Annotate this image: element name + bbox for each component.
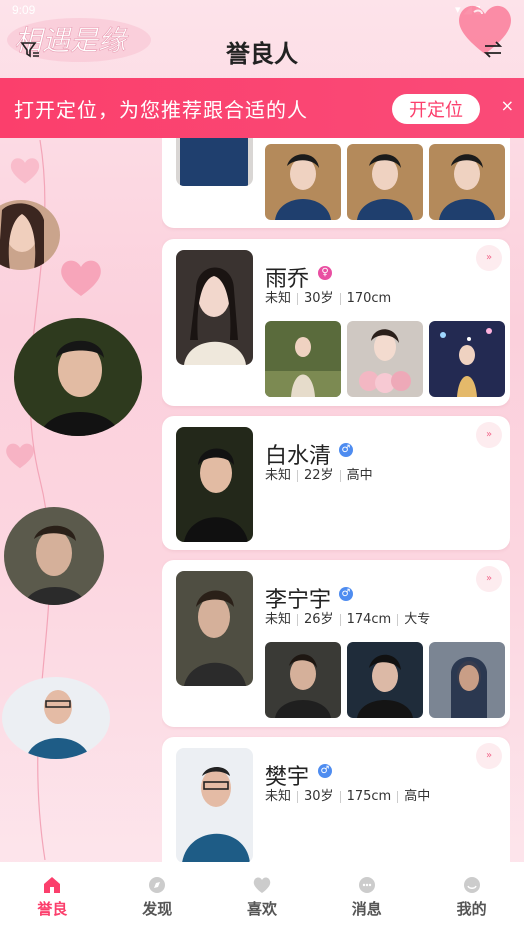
profile-avatar[interactable] <box>176 427 253 542</box>
nav-item-messages[interactable]: 消息 <box>314 862 419 931</box>
close-icon[interactable]: × <box>501 96 514 115</box>
profile-photo[interactable] <box>429 642 505 718</box>
heart-icon <box>253 877 271 893</box>
profile-card[interactable]: 樊宇 ♂ 未知 30岁 175cm 高中 » <box>162 737 510 862</box>
info-item: 高中 <box>339 469 379 482</box>
profile-photo[interactable] <box>347 642 423 718</box>
nav-label: 发现 <box>142 900 173 918</box>
nav-label: 消息 <box>351 900 382 918</box>
floating-avatar[interactable] <box>4 507 104 605</box>
profile-avatar[interactable] <box>176 748 253 862</box>
male-gender-icon: ♂ <box>339 443 353 457</box>
nav-item-likes[interactable]: 喜欢 <box>210 862 315 931</box>
floating-avatar[interactable] <box>2 677 110 759</box>
female-gender-icon: ♀ <box>318 266 332 280</box>
like-button[interactable]: » <box>476 422 502 448</box>
info-item: 26岁 <box>297 613 340 626</box>
profile-photo[interactable] <box>265 144 341 220</box>
profile-avatar[interactable] <box>176 571 253 686</box>
bottom-nav: 誉良 发现 喜欢 消息 我的 <box>0 862 524 931</box>
header: 相遇是缘 誉良人 <box>0 0 524 78</box>
profile-card[interactable]: 雨乔 ♀ 未知 30岁 170cm » <box>162 239 510 406</box>
profile-name: 樊宇 <box>265 765 310 790</box>
info-item: 22岁 <box>297 469 340 482</box>
info-item: 170cm <box>339 292 398 305</box>
info-item: 未知 <box>265 789 292 804</box>
info-item: 30岁 <box>297 292 340 305</box>
profile-card[interactable]: 白水清 ♂ 未知 22岁 高中 » <box>162 416 510 550</box>
profile-name: 雨乔 <box>265 267 310 292</box>
profile-info: 未知 22岁 高中 <box>265 468 379 483</box>
location-banner-text: 打开定位，为您推荐跟合适的人 <box>14 97 308 122</box>
nav-item-discover[interactable]: 发现 <box>105 862 210 931</box>
info-item: 大专 <box>397 613 436 626</box>
home-icon <box>44 877 61 893</box>
profile-card-list: 雨乔 ♀ 未知 30岁 170cm » 白水清 ♂ 未知 22岁 高中 » 李宁… <box>162 138 510 862</box>
info-item: 未知 <box>265 612 292 627</box>
profile-name: 白水清 <box>265 444 332 469</box>
info-item: 高中 <box>397 790 436 803</box>
page-title: 誉良人 <box>226 40 298 68</box>
nav-label: 我的 <box>456 900 487 918</box>
profile-photo[interactable] <box>347 144 423 220</box>
profile-avatar[interactable] <box>176 250 253 365</box>
nav-item-profile[interactable]: 我的 <box>419 862 524 931</box>
profile-info: 未知 30岁 175cm 高中 <box>265 789 436 804</box>
profile-info: 未知 26岁 174cm 大专 <box>265 612 436 627</box>
switch-icon[interactable] <box>482 40 504 60</box>
male-gender-icon: ♂ <box>318 764 332 778</box>
nav-label: 誉良 <box>37 900 68 918</box>
location-banner: 打开定位，为您推荐跟合适的人 开定位 × <box>0 78 524 138</box>
profile-info: 未知 30岁 170cm <box>265 291 398 306</box>
profile-icon <box>463 877 480 893</box>
enable-location-button[interactable]: 开定位 <box>392 94 480 124</box>
profile-photo[interactable] <box>429 144 505 220</box>
profile-card[interactable] <box>162 138 510 228</box>
profile-card[interactable]: 李宁宇 ♂ 未知 26岁 174cm 大专 » <box>162 560 510 727</box>
male-gender-icon: ♂ <box>339 587 353 601</box>
info-item: 未知 <box>265 468 292 483</box>
info-item: 30岁 <box>297 790 340 803</box>
profile-avatar[interactable] <box>176 138 253 186</box>
nav-label: 喜欢 <box>246 900 277 918</box>
info-item: 174cm <box>339 613 398 626</box>
nav-item-home[interactable]: 誉良 <box>0 862 105 931</box>
like-button[interactable]: » <box>476 743 502 769</box>
profile-name: 李宁宇 <box>265 588 332 613</box>
like-button[interactable]: » <box>476 566 502 592</box>
message-icon <box>358 877 375 893</box>
profile-photo[interactable] <box>265 642 341 718</box>
profile-photo[interactable] <box>347 321 423 397</box>
profile-photo[interactable] <box>265 321 341 397</box>
like-button[interactable]: » <box>476 245 502 271</box>
info-item: 175cm <box>339 790 398 803</box>
floating-avatar[interactable] <box>14 318 142 436</box>
discover-icon <box>149 877 166 893</box>
info-item: 未知 <box>265 291 292 306</box>
profile-photo[interactable] <box>429 321 505 397</box>
